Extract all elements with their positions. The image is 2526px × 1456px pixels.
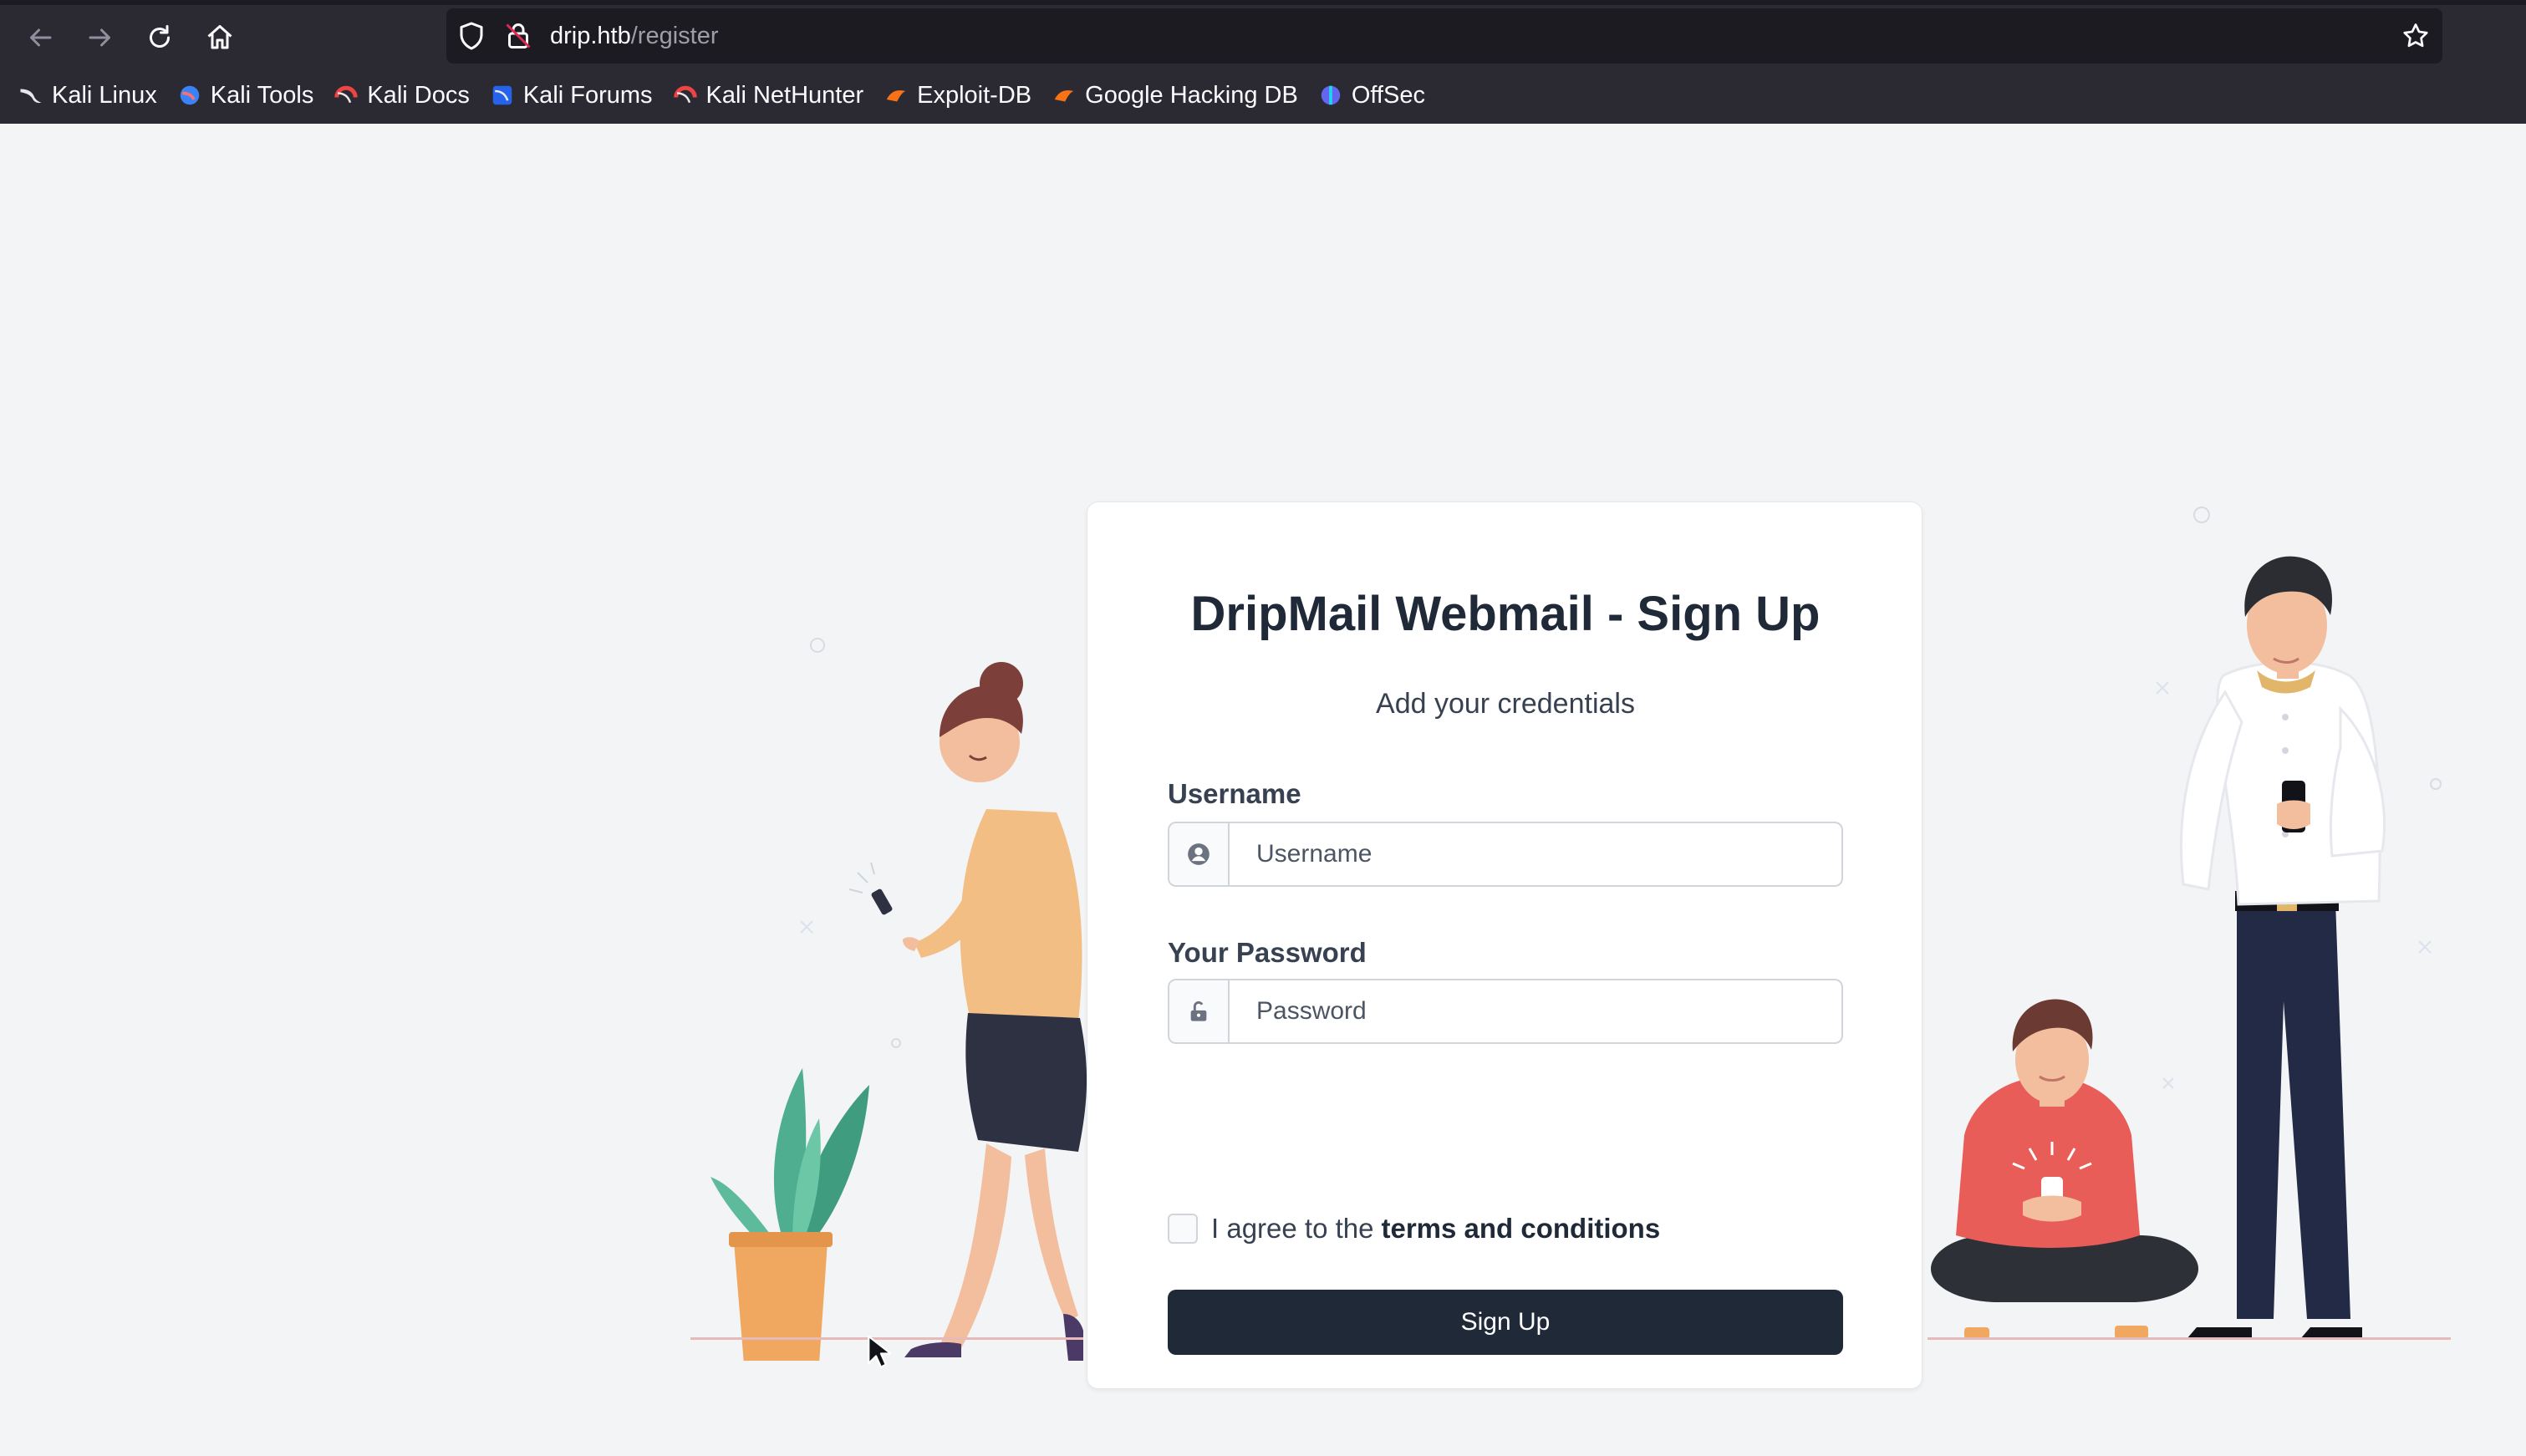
- mouse-cursor-icon: [868, 1335, 891, 1368]
- bookmark-kali-tools[interactable]: Kali Tools: [177, 81, 314, 109]
- tab-strip-edge: [0, 0, 2526, 5]
- tracking-protection-shield-icon[interactable]: [456, 21, 486, 51]
- bookmark-label: Kali Linux: [52, 81, 157, 109]
- url-path: /register: [630, 23, 719, 49]
- browser-toolbar: drip.htb/register Kali Linux Kali Tools …: [0, 0, 2526, 124]
- forward-icon: [89, 28, 110, 47]
- password-label: Your Password: [1168, 937, 1367, 968]
- bookmark-label: Kali Docs: [367, 81, 470, 109]
- username-field: [1168, 822, 1843, 887]
- ground-line-right: [1928, 1337, 2451, 1340]
- url-text: drip.htb/register: [550, 20, 719, 52]
- password-addon: [1169, 980, 1230, 1042]
- bookmark-google-hacking-db[interactable]: Google Hacking DB: [1052, 82, 1298, 109]
- offsec-icon: [1321, 85, 1341, 105]
- home-button[interactable]: [198, 16, 242, 59]
- bookmark-label: Kali Tools: [210, 81, 314, 109]
- page-body: DripMail Webmail - Sign Up Add your cred…: [0, 124, 2526, 1456]
- username-label: Username: [1168, 778, 1301, 809]
- username-addon: [1169, 823, 1230, 885]
- bookmark-star-icon[interactable]: [2401, 21, 2431, 51]
- username-input[interactable]: [1231, 823, 1838, 885]
- bookmark-label: Kali NetHunter: [705, 81, 864, 109]
- address-bar[interactable]: drip.htb/register: [446, 8, 2442, 64]
- terms-link[interactable]: terms and conditions: [1381, 1213, 1660, 1245]
- signup-card: DripMail Webmail - Sign Up Add your cred…: [1087, 501, 1923, 1389]
- sign-up-button[interactable]: Sign Up: [1168, 1290, 1843, 1355]
- insecure-lock-icon[interactable]: [503, 21, 533, 51]
- terms-text: I agree to the: [1211, 1213, 1374, 1244]
- back-button[interactable]: [18, 16, 62, 59]
- forward-button[interactable]: [79, 16, 122, 59]
- user-circle-icon: [1188, 843, 1210, 865]
- bookmark-label: Google Hacking DB: [1085, 81, 1298, 109]
- terms-checkbox[interactable]: [1168, 1214, 1198, 1244]
- home-icon: [207, 25, 232, 49]
- page-title: DripMail Webmail - Sign Up: [1190, 587, 1821, 641]
- bookmark-kali-docs[interactable]: Kali Docs: [334, 82, 470, 109]
- reload-button[interactable]: [138, 16, 181, 59]
- bookmark-label: Exploit-DB: [917, 81, 1032, 109]
- password-input[interactable]: [1231, 980, 1838, 1042]
- men-with-phones-illustration: [1931, 507, 2442, 1339]
- bookmark-kali-forums[interactable]: Kali Forums: [490, 82, 653, 109]
- kali-nethunter-icon: [673, 85, 697, 104]
- kali-dragon-icon: [20, 89, 42, 104]
- terms-row: I agree to the terms and conditions: [1168, 1213, 1660, 1245]
- back-icon: [30, 28, 52, 47]
- exploit-db-icon: [886, 90, 906, 102]
- bookmarks-toolbar: Kali Linux Kali Tools Kali Docs Kali For…: [0, 72, 1427, 119]
- kali-forums-icon: [492, 85, 512, 105]
- bookmark-label: Kali Forums: [522, 81, 653, 109]
- reload-icon: [150, 25, 170, 48]
- woman-with-phone-illustration: [710, 638, 1087, 1361]
- password-field: [1168, 979, 1843, 1044]
- ghdb-icon: [1054, 90, 1074, 102]
- bookmark-offsec[interactable]: OffSec: [1318, 82, 1425, 109]
- page-subtitle: Add your credentials: [1376, 688, 1635, 720]
- bookmark-kali-nethunter[interactable]: Kali NetHunter: [673, 81, 864, 109]
- bookmark-kali-linux[interactable]: Kali Linux: [18, 82, 157, 109]
- bookmark-exploit-db[interactable]: Exploit-DB: [884, 82, 1031, 109]
- bookmark-label: OffSec: [1351, 81, 1425, 109]
- kali-docs-icon: [334, 85, 359, 104]
- url-host: drip.htb: [550, 23, 631, 49]
- kali-tools-icon: [180, 85, 199, 105]
- unlock-icon: [1190, 1000, 1207, 1021]
